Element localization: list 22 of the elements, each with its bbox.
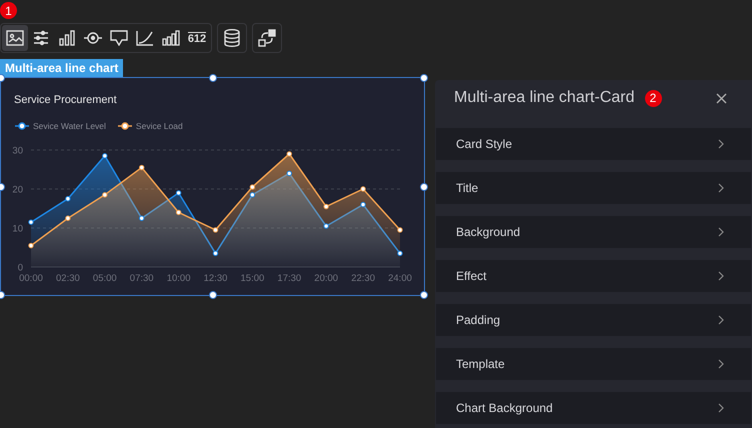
- step-marker: 1: [0, 2, 17, 19]
- axis-label: 15:00: [240, 273, 264, 284]
- component-label: Multi-area line chart: [0, 59, 124, 77]
- legend-label: Sevice Load: [136, 121, 183, 131]
- axis-label: 02:30: [56, 273, 80, 284]
- panel-title: Multi-area line chart-Card: [454, 89, 635, 107]
- axis-label: 22:30: [351, 273, 375, 284]
- axis-label: 07:30: [130, 273, 154, 284]
- step-marker: 2: [644, 90, 662, 106]
- axis-label: 12:30: [204, 273, 228, 284]
- axis-label: 20:00: [314, 273, 338, 284]
- axis-label: 10:00: [166, 273, 190, 284]
- axis-label: 0: [18, 262, 23, 274]
- chart-title: Service Procurement: [14, 94, 117, 106]
- axis-label: 00:00: [19, 273, 43, 284]
- legend-label: Sevice Water Level: [33, 121, 106, 131]
- axis-label: 20: [12, 184, 23, 196]
- axis-label: 24:00: [388, 273, 412, 284]
- axis-label: 30: [12, 146, 23, 156]
- axis-label: 10: [12, 224, 23, 234]
- axis-label: 05:00: [92, 273, 117, 284]
- axis-label: 17:30: [277, 273, 302, 284]
